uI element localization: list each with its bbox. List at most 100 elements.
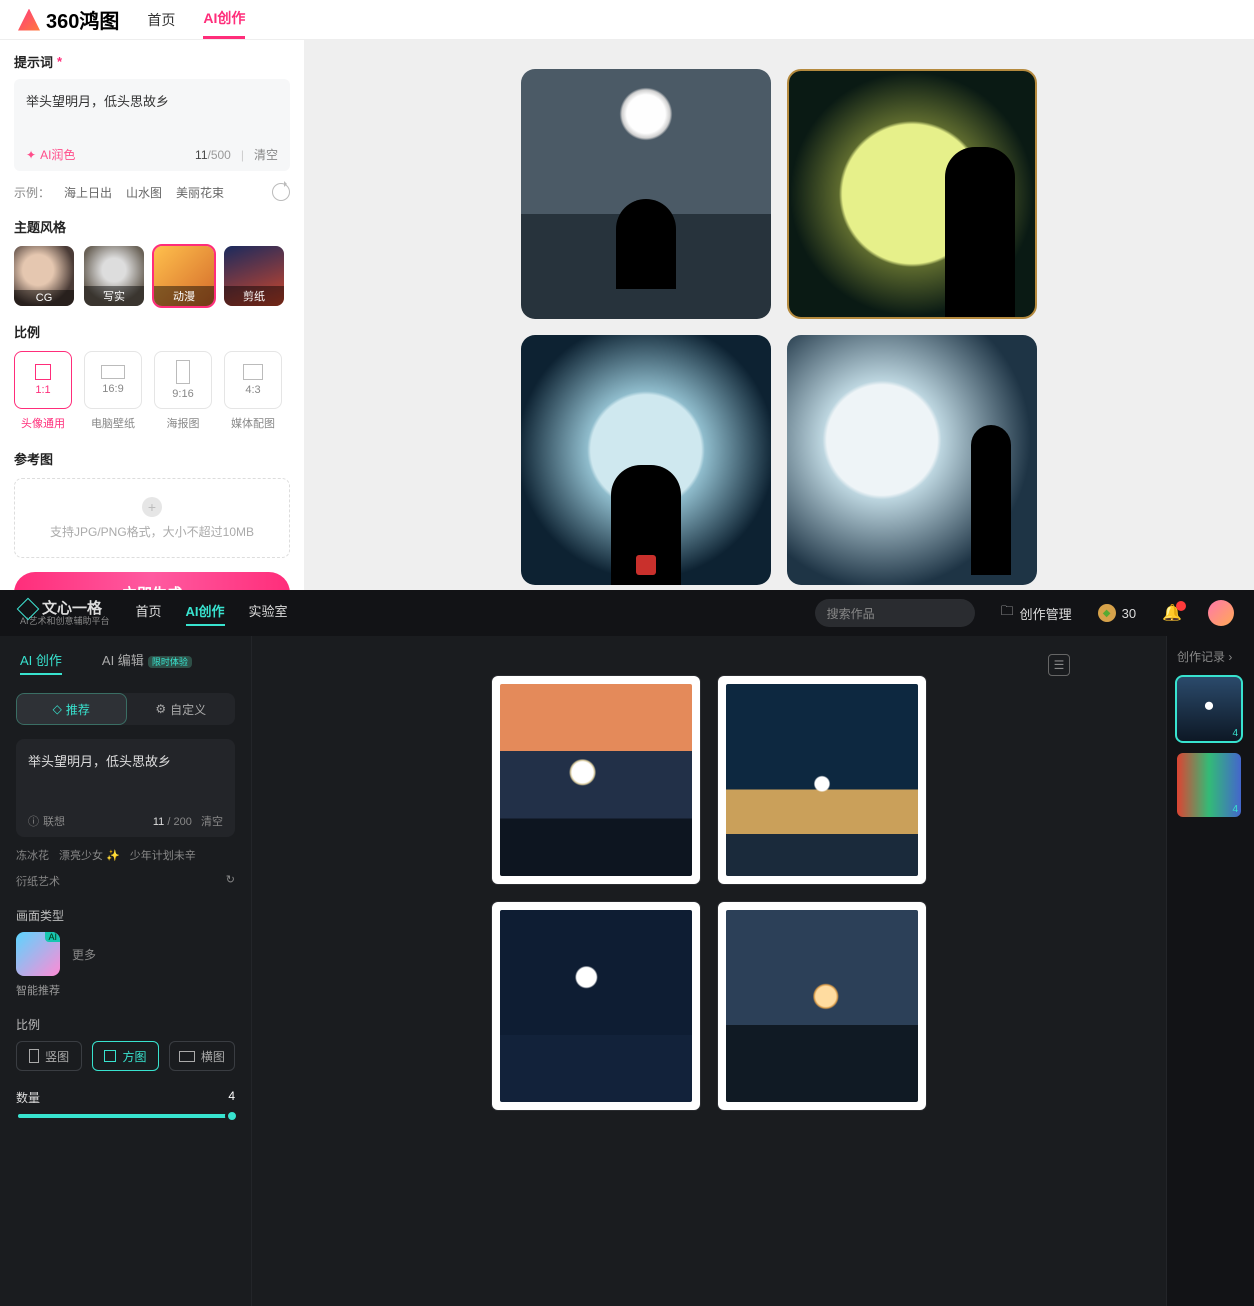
ratio-9-16[interactable]: 9:16 bbox=[154, 351, 212, 409]
search-placeholder: 搜索作品 bbox=[827, 605, 875, 622]
notification-dot-icon bbox=[1176, 601, 1186, 611]
nav-ai-create[interactable]: AI创作 bbox=[186, 601, 225, 626]
top-canvas bbox=[304, 40, 1254, 614]
subtab-ai-create[interactable]: AI 创作 bbox=[20, 650, 62, 675]
ratio-row: 1:1 16:9 9:16 4:3 bbox=[14, 351, 290, 409]
stamp-icon bbox=[636, 555, 656, 575]
ratio-1-1[interactable]: 1:1 bbox=[14, 351, 72, 409]
style-section-title: 主题风格 bbox=[14, 217, 290, 236]
style-cg[interactable]: CG bbox=[14, 246, 74, 306]
history-thumb[interactable]: 4 bbox=[1177, 753, 1241, 817]
logo-wenxin[interactable]: 文心一格 AI艺术和创意辅助平台 bbox=[20, 601, 110, 626]
result-image[interactable] bbox=[787, 69, 1037, 319]
reference-upload[interactable]: + 支持JPG/PNG格式，大小不超过10MB bbox=[14, 478, 290, 558]
result-image[interactable] bbox=[521, 335, 771, 585]
example-tag[interactable]: 冻冰花 bbox=[16, 847, 49, 863]
type-more-button[interactable]: 更多 bbox=[72, 946, 96, 963]
char-count: 11/500 bbox=[195, 148, 231, 162]
prompt-text: 举头望明月，低头思故乡 bbox=[26, 91, 278, 110]
clear-button[interactable]: 清空 bbox=[254, 146, 278, 163]
segment-custom[interactable]: ⚙自定义 bbox=[127, 693, 236, 725]
result-image[interactable] bbox=[521, 69, 771, 319]
result-image[interactable] bbox=[718, 676, 926, 884]
example-tag[interactable]: 衍纸艺术 bbox=[16, 873, 60, 889]
ai-badge: AI bbox=[45, 932, 60, 942]
example-tag[interactable]: 美丽花束 bbox=[176, 184, 224, 201]
list-settings-icon[interactable]: ☰ bbox=[1048, 654, 1070, 676]
example-tag[interactable]: 漂亮少女 ✨ bbox=[59, 847, 120, 863]
ratio-shape-icon bbox=[101, 365, 125, 379]
style-papercut[interactable]: 剪纸 bbox=[224, 246, 284, 306]
type-caption: 智能推荐 bbox=[16, 982, 235, 998]
top-body: 提示词 * 举头望明月，低头思故乡 ✦ AI润色 11/500 | 清空 bbox=[0, 40, 1254, 614]
ratio-horizontal[interactable]: 横图 bbox=[169, 1041, 235, 1071]
prompt-input[interactable]: 举头望明月，低头思故乡 ⓘ联想 11 / 200 清空 bbox=[16, 739, 235, 837]
refresh-icon[interactable]: ↻ bbox=[226, 873, 235, 889]
example-row: 示例： 海上日出 山水图 美丽花束 bbox=[14, 183, 290, 201]
result-image[interactable] bbox=[492, 676, 700, 884]
bell-icon[interactable]: 🔔 bbox=[1162, 603, 1182, 623]
logo-mark-icon bbox=[18, 9, 40, 31]
associate-button[interactable]: ⓘ联想 bbox=[28, 813, 65, 829]
ratio-16-9[interactable]: 16:9 bbox=[84, 351, 142, 409]
example-tag[interactable]: 山水图 bbox=[126, 184, 162, 201]
ratio-shape-icon bbox=[243, 364, 263, 380]
result-grid bbox=[492, 676, 926, 1110]
manage-button[interactable]: 🗀 创作管理 bbox=[1001, 602, 1072, 624]
style-row: CG 写实 动漫 剪纸 bbox=[14, 246, 290, 306]
result-image[interactable] bbox=[718, 902, 926, 1110]
bottom-header: 文心一格 AI艺术和创意辅助平台 首页 AI创作 实验室 搜索作品 🗀 创作管理… bbox=[0, 590, 1254, 636]
coin-icon: ◆ bbox=[1098, 604, 1116, 622]
required-star-icon: * bbox=[57, 54, 62, 69]
coin-balance[interactable]: ◆ 30 bbox=[1098, 604, 1136, 622]
example-tag[interactable]: 少年计划未辛 bbox=[130, 847, 196, 863]
nav-home[interactable]: 首页 bbox=[136, 601, 162, 626]
history-header[interactable]: 创作记录 › bbox=[1177, 648, 1244, 665]
example-label: 示例： bbox=[14, 184, 50, 201]
ratio-square[interactable]: 方图 bbox=[92, 1041, 158, 1071]
ratio-shape-icon bbox=[29, 1049, 39, 1063]
ratio-shape-icon bbox=[176, 360, 190, 384]
ai-polish-button[interactable]: ✦ AI润色 bbox=[26, 146, 75, 163]
gear-icon: ⚙ bbox=[155, 702, 166, 716]
reference-hint: 支持JPG/PNG格式，大小不超过10MB bbox=[50, 523, 254, 540]
prompt-text: 举头望明月，低头思故乡 bbox=[28, 751, 223, 770]
segment-recommend[interactable]: ◇推荐 bbox=[16, 693, 127, 725]
nav-lab[interactable]: 实验室 bbox=[249, 601, 288, 626]
prompt-input[interactable]: 举头望明月，低头思故乡 ✦ AI润色 11/500 | 清空 bbox=[14, 79, 290, 171]
nav-home[interactable]: 首页 bbox=[147, 2, 175, 38]
subtab-ai-edit[interactable]: AI 编辑限时体验 bbox=[102, 650, 192, 675]
ref-section-title: 参考图 bbox=[14, 449, 290, 468]
ratio-section-title: 比例 bbox=[16, 1016, 235, 1033]
nav-ai-create[interactable]: AI创作 bbox=[203, 0, 245, 39]
plus-icon: + bbox=[142, 497, 162, 517]
style-realistic[interactable]: 写实 bbox=[84, 246, 144, 306]
type-row: AI 更多 bbox=[16, 932, 235, 976]
refresh-icon[interactable] bbox=[272, 183, 290, 201]
quantity-row: 数量 4 bbox=[16, 1089, 235, 1106]
type-smart[interactable]: AI bbox=[16, 932, 60, 976]
clear-button[interactable]: 清空 bbox=[201, 816, 223, 828]
ratio-vertical[interactable]: 竖图 bbox=[16, 1041, 82, 1071]
ratio-4-3[interactable]: 4:3 bbox=[224, 351, 282, 409]
example-tag[interactable]: 海上日出 bbox=[64, 184, 112, 201]
slider-knob-icon[interactable] bbox=[225, 1109, 239, 1123]
result-image[interactable] bbox=[492, 902, 700, 1110]
type-section-title: 画面类型 bbox=[16, 907, 235, 924]
ratio-captions: 头像通用 电脑壁纸 海报图 媒体配图 bbox=[14, 415, 290, 431]
prompt-footer: ⓘ联想 11 / 200 清空 bbox=[28, 813, 223, 829]
app-wenxinyige: 文心一格 AI艺术和创意辅助平台 首页 AI创作 实验室 搜索作品 🗀 创作管理… bbox=[0, 590, 1254, 1306]
style-anime[interactable]: 动漫 bbox=[154, 246, 214, 306]
quantity-slider[interactable] bbox=[18, 1114, 233, 1118]
logo-360hongtu[interactable]: 360鸿图 bbox=[18, 5, 119, 34]
result-image[interactable] bbox=[787, 335, 1037, 585]
top-sidebar: 提示词 * 举头望明月，低头思故乡 ✦ AI润色 11/500 | 清空 bbox=[0, 40, 304, 614]
bottom-sidebar: AI 创作 AI 编辑限时体验 ◇推荐 ⚙自定义 举头望明月，低头思故乡 ⓘ联想… bbox=[0, 636, 252, 1306]
segment-control: ◇推荐 ⚙自定义 bbox=[16, 693, 235, 725]
avatar[interactable] bbox=[1208, 600, 1234, 626]
top-header: 360鸿图 首页 AI创作 bbox=[0, 0, 1254, 40]
history-thumb[interactable]: 4 bbox=[1177, 677, 1241, 741]
search-input[interactable]: 搜索作品 bbox=[815, 599, 975, 627]
sparkle-icon: ✦ bbox=[26, 148, 36, 162]
app-360hongtu: 360鸿图 首页 AI创作 提示词 * 举头望明月，低头思故乡 ✦ AI润色 1… bbox=[0, 0, 1254, 590]
